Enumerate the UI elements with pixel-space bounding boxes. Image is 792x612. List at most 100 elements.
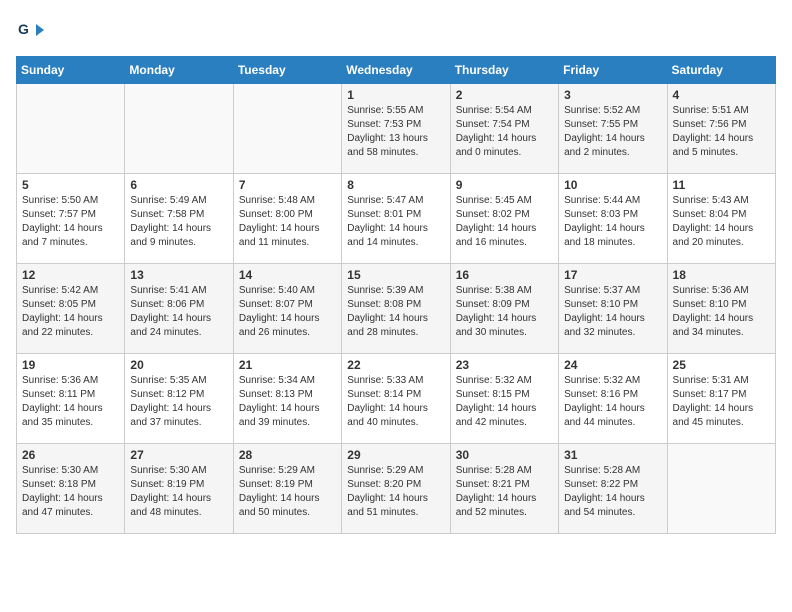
week-row-3: 12 Sunrise: 5:42 AM Sunset: 8:05 PM Dayli… <box>17 264 776 354</box>
day-info: Sunrise: 5:44 AM Sunset: 8:03 PM Dayligh… <box>564 194 661 250</box>
page-header: G <box>16 16 776 44</box>
day-number: 30 <box>456 448 553 462</box>
column-header-thursday: Thursday <box>450 57 558 84</box>
calendar-cell: 20 Sunrise: 5:35 AM Sunset: 8:12 PM Dayli… <box>125 354 233 444</box>
day-info: Sunrise: 5:28 AM Sunset: 8:22 PM Dayligh… <box>564 464 661 520</box>
column-header-saturday: Saturday <box>667 57 775 84</box>
column-header-wednesday: Wednesday <box>342 57 450 84</box>
day-info: Sunrise: 5:38 AM Sunset: 8:09 PM Dayligh… <box>456 284 553 340</box>
day-info: Sunrise: 5:32 AM Sunset: 8:16 PM Dayligh… <box>564 374 661 430</box>
calendar-cell: 10 Sunrise: 5:44 AM Sunset: 8:03 PM Dayli… <box>559 174 667 264</box>
day-number: 23 <box>456 358 553 372</box>
calendar-cell: 1 Sunrise: 5:55 AM Sunset: 7:53 PM Daylig… <box>342 84 450 174</box>
day-info: Sunrise: 5:30 AM Sunset: 8:19 PM Dayligh… <box>130 464 227 520</box>
calendar-cell: 13 Sunrise: 5:41 AM Sunset: 8:06 PM Dayli… <box>125 264 233 354</box>
calendar-cell: 8Sunrise: 5:47 AM Sunset: 8:01 PM Daylig… <box>342 174 450 264</box>
week-row-5: 26 Sunrise: 5:30 AM Sunset: 8:18 PM Dayli… <box>17 444 776 534</box>
svg-text:G: G <box>18 21 29 37</box>
calendar-cell: 19 Sunrise: 5:36 AM Sunset: 8:11 PM Dayli… <box>17 354 125 444</box>
day-info: Sunrise: 5:54 AM Sunset: 7:54 PM Dayligh… <box>456 104 553 160</box>
day-number: 19 <box>22 358 119 372</box>
day-info: Sunrise: 5:36 AM Sunset: 8:10 PM Dayligh… <box>673 284 770 340</box>
logo-icon: G <box>16 16 44 44</box>
day-number: 24 <box>564 358 661 372</box>
day-info: Sunrise: 5:29 AM Sunset: 8:19 PM Dayligh… <box>239 464 336 520</box>
day-info: Sunrise: 5:49 AM Sunset: 7:58 PM Dayligh… <box>130 194 227 250</box>
day-info: Sunrise: 5:43 AM Sunset: 8:04 PM Dayligh… <box>673 194 770 250</box>
calendar-cell: 4 Sunrise: 5:51 AM Sunset: 7:56 PM Daylig… <box>667 84 775 174</box>
week-row-1: 1 Sunrise: 5:55 AM Sunset: 7:53 PM Daylig… <box>17 84 776 174</box>
day-number: 21 <box>239 358 336 372</box>
day-info: Sunrise: 5:31 AM Sunset: 8:17 PM Dayligh… <box>673 374 770 430</box>
calendar-cell: 28Sunrise: 5:29 AM Sunset: 8:19 PM Dayli… <box>233 444 341 534</box>
day-info: Sunrise: 5:30 AM Sunset: 8:18 PM Dayligh… <box>22 464 119 520</box>
calendar-cell: 31 Sunrise: 5:28 AM Sunset: 8:22 PM Dayli… <box>559 444 667 534</box>
day-info: Sunrise: 5:36 AM Sunset: 8:11 PM Dayligh… <box>22 374 119 430</box>
day-number: 15 <box>347 268 444 282</box>
calendar-cell: 11Sunrise: 5:43 AM Sunset: 8:04 PM Dayli… <box>667 174 775 264</box>
day-info: Sunrise: 5:48 AM Sunset: 8:00 PM Dayligh… <box>239 194 336 250</box>
day-number: 18 <box>673 268 770 282</box>
day-info: Sunrise: 5:35 AM Sunset: 8:12 PM Dayligh… <box>130 374 227 430</box>
day-number: 13 <box>130 268 227 282</box>
day-info: Sunrise: 5:51 AM Sunset: 7:56 PM Dayligh… <box>673 104 770 160</box>
calendar-cell: 16 Sunrise: 5:38 AM Sunset: 8:09 PM Dayli… <box>450 264 558 354</box>
day-info: Sunrise: 5:40 AM Sunset: 8:07 PM Dayligh… <box>239 284 336 340</box>
day-number: 25 <box>673 358 770 372</box>
calendar-cell: 22Sunrise: 5:33 AM Sunset: 8:14 PM Dayli… <box>342 354 450 444</box>
calendar-cell: 18 Sunrise: 5:36 AM Sunset: 8:10 PM Dayli… <box>667 264 775 354</box>
calendar-header-row: SundayMondayTuesdayWednesdayThursdayFrid… <box>17 57 776 84</box>
day-info: Sunrise: 5:41 AM Sunset: 8:06 PM Dayligh… <box>130 284 227 340</box>
day-number: 12 <box>22 268 119 282</box>
day-number: 20 <box>130 358 227 372</box>
calendar-cell: 3Sunrise: 5:52 AM Sunset: 7:55 PM Daylig… <box>559 84 667 174</box>
day-number: 2 <box>456 88 553 102</box>
calendar-cell: 12 Sunrise: 5:42 AM Sunset: 8:05 PM Dayli… <box>17 264 125 354</box>
week-row-4: 19 Sunrise: 5:36 AM Sunset: 8:11 PM Dayli… <box>17 354 776 444</box>
column-header-sunday: Sunday <box>17 57 125 84</box>
calendar-cell <box>233 84 341 174</box>
day-info: Sunrise: 5:39 AM Sunset: 8:08 PM Dayligh… <box>347 284 444 340</box>
calendar-cell: 26 Sunrise: 5:30 AM Sunset: 8:18 PM Dayli… <box>17 444 125 534</box>
calendar-cell: 2 Sunrise: 5:54 AM Sunset: 7:54 PM Daylig… <box>450 84 558 174</box>
day-number: 31 <box>564 448 661 462</box>
day-number: 27 <box>130 448 227 462</box>
day-info: Sunrise: 5:28 AM Sunset: 8:21 PM Dayligh… <box>456 464 553 520</box>
day-number: 17 <box>564 268 661 282</box>
day-number: 29 <box>347 448 444 462</box>
calendar-cell: 5Sunrise: 5:50 AM Sunset: 7:57 PM Daylig… <box>17 174 125 264</box>
day-number: 9 <box>456 178 553 192</box>
day-info: Sunrise: 5:34 AM Sunset: 8:13 PM Dayligh… <box>239 374 336 430</box>
day-info: Sunrise: 5:50 AM Sunset: 7:57 PM Dayligh… <box>22 194 119 250</box>
day-info: Sunrise: 5:37 AM Sunset: 8:10 PM Dayligh… <box>564 284 661 340</box>
calendar-cell: 15 Sunrise: 5:39 AM Sunset: 8:08 PM Dayli… <box>342 264 450 354</box>
calendar-cell: 6 Sunrise: 5:49 AM Sunset: 7:58 PM Daylig… <box>125 174 233 264</box>
day-info: Sunrise: 5:29 AM Sunset: 8:20 PM Dayligh… <box>347 464 444 520</box>
day-info: Sunrise: 5:42 AM Sunset: 8:05 PM Dayligh… <box>22 284 119 340</box>
calendar-cell: 7 Sunrise: 5:48 AM Sunset: 8:00 PM Daylig… <box>233 174 341 264</box>
calendar-table: SundayMondayTuesdayWednesdayThursdayFrid… <box>16 56 776 534</box>
week-row-2: 5Sunrise: 5:50 AM Sunset: 7:57 PM Daylig… <box>17 174 776 264</box>
day-number: 7 <box>239 178 336 192</box>
calendar-cell: 14 Sunrise: 5:40 AM Sunset: 8:07 PM Dayli… <box>233 264 341 354</box>
day-number: 16 <box>456 268 553 282</box>
day-info: Sunrise: 5:45 AM Sunset: 8:02 PM Dayligh… <box>456 194 553 250</box>
calendar-cell: 17 Sunrise: 5:37 AM Sunset: 8:10 PM Dayli… <box>559 264 667 354</box>
calendar-cell: 27 Sunrise: 5:30 AM Sunset: 8:19 PM Dayli… <box>125 444 233 534</box>
day-info: Sunrise: 5:55 AM Sunset: 7:53 PM Dayligh… <box>347 104 444 160</box>
day-number: 10 <box>564 178 661 192</box>
day-number: 26 <box>22 448 119 462</box>
day-number: 6 <box>130 178 227 192</box>
calendar-cell <box>17 84 125 174</box>
day-number: 14 <box>239 268 336 282</box>
day-number: 4 <box>673 88 770 102</box>
column-header-friday: Friday <box>559 57 667 84</box>
calendar-cell: 24 Sunrise: 5:32 AM Sunset: 8:16 PM Dayli… <box>559 354 667 444</box>
calendar-cell: 9 Sunrise: 5:45 AM Sunset: 8:02 PM Daylig… <box>450 174 558 264</box>
calendar-cell: 25 Sunrise: 5:31 AM Sunset: 8:17 PM Dayli… <box>667 354 775 444</box>
calendar-cell: 21 Sunrise: 5:34 AM Sunset: 8:13 PM Dayli… <box>233 354 341 444</box>
day-info: Sunrise: 5:52 AM Sunset: 7:55 PM Dayligh… <box>564 104 661 160</box>
column-header-monday: Monday <box>125 57 233 84</box>
day-number: 1 <box>347 88 444 102</box>
calendar-cell <box>125 84 233 174</box>
